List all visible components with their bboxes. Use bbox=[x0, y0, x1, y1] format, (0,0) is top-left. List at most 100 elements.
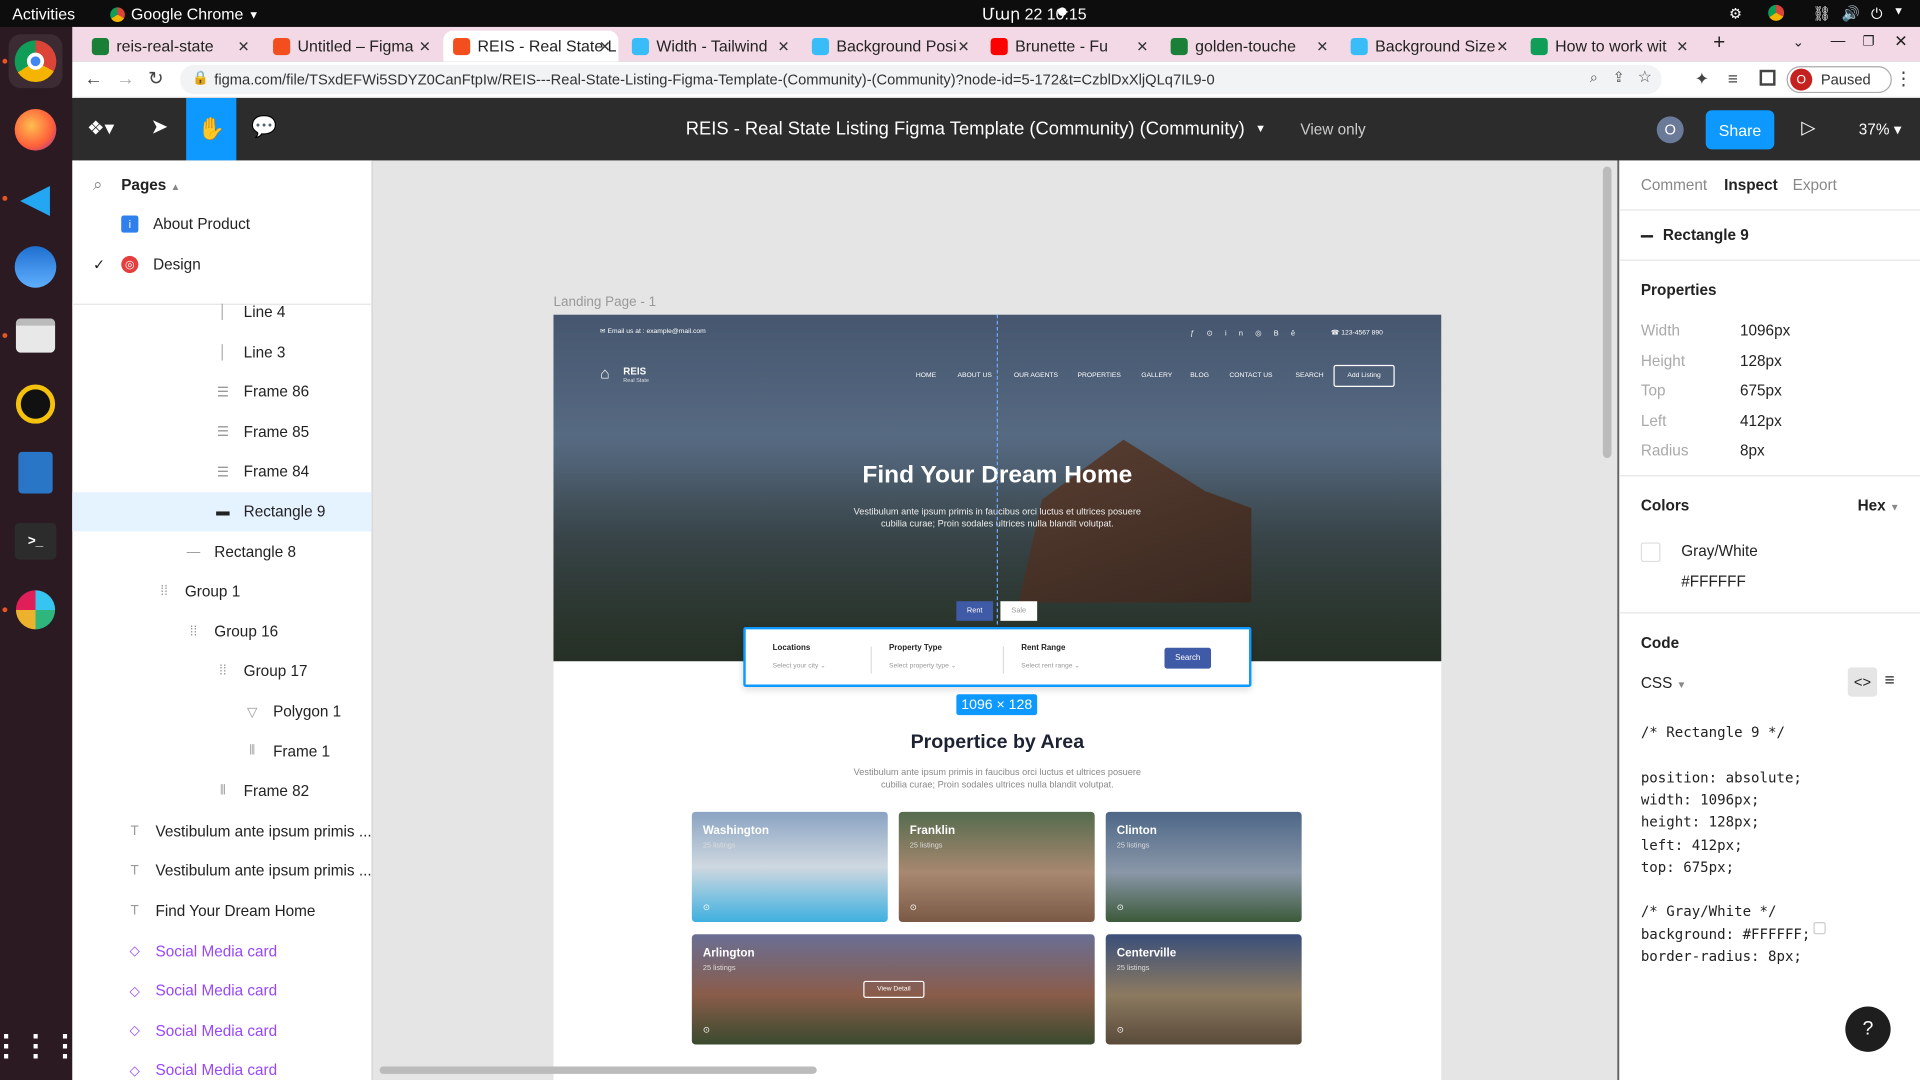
browser-tab[interactable]: Untitled – Figma ✕ bbox=[263, 31, 438, 62]
zoom-level[interactable]: 37% ▾ bbox=[1859, 120, 1902, 138]
code-line[interactable]: width: 1096px; bbox=[1641, 791, 1760, 808]
help-button[interactable]: ? bbox=[1845, 1006, 1891, 1052]
layer-row[interactable]: ◇ Social Media card bbox=[72, 1011, 371, 1050]
layer-row[interactable]: ▬ Rectangle 9 bbox=[72, 492, 372, 532]
close-tab-icon[interactable]: ✕ bbox=[957, 37, 969, 54]
list-view-icon[interactable]: ≡ bbox=[1885, 670, 1895, 690]
layer-row[interactable]: ⦀ Frame 82 bbox=[72, 772, 371, 811]
thunderbird-dock-icon[interactable] bbox=[9, 240, 63, 294]
close-tab-icon[interactable]: ✕ bbox=[777, 37, 789, 54]
share-url-icon[interactable]: ⇪ bbox=[1613, 69, 1625, 86]
layer-row[interactable]: ☰ Frame 86 bbox=[72, 372, 371, 411]
back-icon[interactable]: ← bbox=[84, 69, 102, 90]
avatar[interactable]: O bbox=[1656, 116, 1684, 144]
tab-inspect[interactable]: Inspect bbox=[1724, 176, 1778, 193]
color-hex[interactable]: #FFFFFF bbox=[1681, 573, 1746, 590]
browser-tab[interactable]: Background Posi ✕ bbox=[802, 31, 977, 62]
comment-tool-icon[interactable]: 💬 bbox=[251, 115, 277, 139]
browser-tab[interactable]: reis-real-state ✕ bbox=[82, 31, 257, 62]
zoom-icon[interactable]: ⌕ bbox=[1590, 69, 1598, 87]
terminal-dock-icon[interactable]: >_ bbox=[9, 514, 63, 568]
vertical-scrollbar[interactable] bbox=[1602, 166, 1612, 458]
design-canvas[interactable]: Landing Page - 1 ✉ Email us at : example… bbox=[372, 160, 1618, 1080]
close-tab-icon[interactable]: ✕ bbox=[1316, 37, 1328, 54]
code-line[interactable]: height: 128px; bbox=[1641, 813, 1760, 830]
layer-row[interactable]: ⁞⁞ Group 16 bbox=[72, 612, 371, 651]
browser-tab[interactable]: Background Size ✕ bbox=[1341, 31, 1516, 62]
layer-row[interactable]: ⦀ Frame 1 bbox=[72, 732, 371, 771]
layer-row[interactable]: T Find Your Dream Home bbox=[72, 891, 371, 930]
app-grid-icon[interactable]: ⋮⋮⋮ bbox=[0, 1019, 80, 1073]
slack-dock-icon[interactable] bbox=[9, 583, 63, 637]
code-line[interactable]: left: 412px; bbox=[1641, 836, 1743, 853]
code-line[interactable]: /* Rectangle 9 */ bbox=[1641, 724, 1785, 741]
rhythmbox-dock-icon[interactable] bbox=[9, 377, 63, 431]
pages-header[interactable]: Pages ▲ bbox=[121, 176, 180, 193]
address-bar[interactable]: 🔒 figma.com/file/TSxdEFWi5SDYZ0CanFtpIw/… bbox=[180, 64, 1662, 95]
page-item[interactable]: i About Product bbox=[72, 204, 371, 243]
close-tab-icon[interactable]: ✕ bbox=[1136, 37, 1148, 54]
present-icon[interactable]: ▷ bbox=[1801, 116, 1815, 139]
code-view-icon[interactable]: <> bbox=[1847, 667, 1878, 697]
property-value[interactable]: 675px bbox=[1740, 382, 1782, 399]
browser-tab[interactable]: Width - Tailwind ✕ bbox=[622, 31, 797, 62]
browser-tab[interactable]: Brunette - Fu ✕ bbox=[981, 31, 1156, 62]
chrome-dock-icon[interactable] bbox=[8, 34, 63, 89]
layer-row[interactable]: │ Line 3 bbox=[72, 333, 371, 372]
code-line[interactable]: background: #FFFFFF; bbox=[1641, 925, 1811, 942]
frame-label[interactable]: Landing Page - 1 bbox=[553, 295, 656, 310]
site-info-icon[interactable]: 🔒 bbox=[192, 70, 209, 86]
browser-tab[interactable]: golden-touche ✕ bbox=[1161, 31, 1336, 62]
close-tab-icon[interactable]: ✕ bbox=[419, 37, 431, 54]
app-menu[interactable]: Google Chrome ▼ bbox=[110, 5, 259, 23]
code-line[interactable]: position: absolute; bbox=[1641, 768, 1802, 785]
power-icon[interactable]: ⏻ bbox=[1871, 5, 1883, 23]
property-value[interactable]: 8px bbox=[1740, 442, 1765, 459]
layer-row[interactable]: ☰ Frame 85 bbox=[72, 412, 371, 451]
layer-row[interactable]: T Vestibulum ante ipsum primis ... bbox=[72, 852, 372, 891]
vscode-dock-icon[interactable]: ◀ bbox=[9, 171, 63, 225]
firefox-dock-icon[interactable] bbox=[9, 103, 63, 157]
color-name[interactable]: Gray/White bbox=[1681, 542, 1758, 559]
layer-row[interactable]: ◇ Social Media card bbox=[72, 971, 371, 1010]
layer-row[interactable]: ☰ Frame 84 bbox=[72, 452, 371, 491]
chevron-down-icon[interactable]: ▼ bbox=[1255, 122, 1266, 134]
layer-row[interactable]: T Vestibulum ante ipsum primis ... bbox=[72, 812, 372, 851]
network-icon[interactable]: ⛓ bbox=[1812, 5, 1831, 22]
close-tab-icon[interactable]: ✕ bbox=[1496, 37, 1508, 54]
hand-tool-icon[interactable]: ✋ bbox=[186, 97, 237, 161]
property-value[interactable]: 1096px bbox=[1740, 322, 1790, 339]
rectangle-9-search-box[interactable]: Locations Select your city ⌄ Property Type… bbox=[743, 626, 1252, 687]
layer-row[interactable]: ▽ Polygon 1 bbox=[72, 692, 371, 731]
volume-icon[interactable]: 🔊 bbox=[1842, 5, 1860, 22]
code-line[interactable]: top: 675px; bbox=[1641, 858, 1734, 875]
figma-menu-icon[interactable]: ❖▾ bbox=[87, 116, 114, 140]
new-tab-icon[interactable]: + bbox=[1713, 31, 1725, 55]
caret-down-icon[interactable]: ▼ bbox=[1893, 5, 1904, 17]
kebab-menu-icon[interactable]: ⋮ bbox=[1894, 67, 1912, 90]
code-language-select[interactable]: CSS ▼ bbox=[1641, 675, 1686, 692]
layer-row[interactable]: ◇ Social Media card bbox=[72, 931, 371, 970]
side-panel-icon[interactable] bbox=[1759, 69, 1776, 86]
minimize-icon[interactable]: — bbox=[1831, 32, 1846, 49]
layer-row[interactable]: │ Line 4 bbox=[72, 293, 371, 332]
search-icon[interactable]: ⌕ bbox=[93, 174, 103, 195]
code-line[interactable]: border-radius: 8px; bbox=[1641, 948, 1802, 965]
property-value[interactable]: 128px bbox=[1740, 352, 1782, 369]
close-tab-icon[interactable]: ✕ bbox=[237, 37, 249, 54]
file-title[interactable]: REIS - Real State Listing Figma Template… bbox=[686, 119, 1245, 140]
bookmark-star-icon[interactable]: ☆ bbox=[1638, 67, 1652, 87]
close-window-icon[interactable]: ✕ bbox=[1894, 32, 1907, 52]
chrome-tray-icon[interactable] bbox=[1768, 4, 1785, 21]
forward-icon[interactable]: → bbox=[116, 69, 134, 90]
tab-export[interactable]: Export bbox=[1793, 176, 1837, 193]
move-tool-icon[interactable]: ➤ bbox=[151, 115, 168, 139]
color-swatch[interactable] bbox=[1640, 542, 1661, 563]
tray-icon[interactable]: ⚙ bbox=[1729, 5, 1742, 22]
clock[interactable]: Մար 22 10:15 bbox=[982, 5, 1087, 25]
layer-row[interactable]: ⁞⁞ Group 1 bbox=[72, 572, 371, 611]
layer-row[interactable]: — Rectangle 8 bbox=[72, 532, 371, 571]
tab-comment[interactable]: Comment bbox=[1641, 176, 1707, 193]
activities-button[interactable]: Activities bbox=[12, 5, 75, 23]
media-icon[interactable]: ≡ bbox=[1728, 69, 1738, 89]
